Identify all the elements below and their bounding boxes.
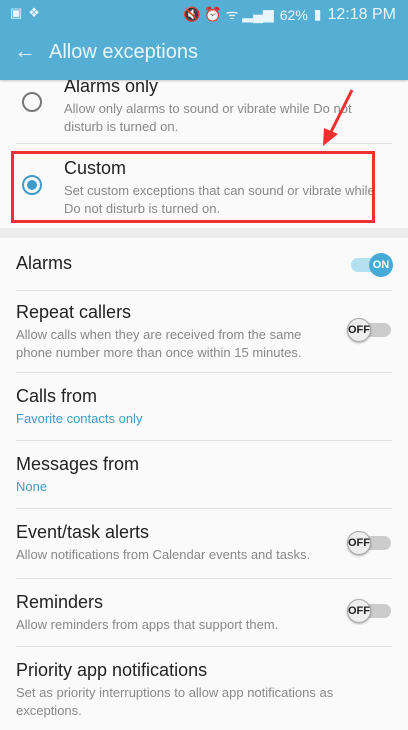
notification-icons: ▣❖	[10, 5, 46, 20]
arrow-annotation-icon	[323, 89, 354, 146]
status-bar: ▣❖ 🔇 ⏰ ᯤ ▂▄▆ 62% ▮ 12:18 PM	[0, 0, 408, 27]
setting-reminders[interactable]: Reminders Allow reminders from apps that …	[0, 580, 408, 646]
clock: 12:18 PM	[327, 5, 396, 23]
highlight-box	[11, 151, 375, 223]
setting-repeat-callers[interactable]: Repeat callers Allow calls when they are …	[0, 292, 408, 372]
setting-alarms[interactable]: Alarms ON	[0, 240, 408, 290]
alarms-toggle[interactable]: ON	[351, 253, 393, 277]
battery-level: 62%	[279, 6, 308, 23]
status-icons: 🔇 ⏰ ᯤ ▂▄▆	[182, 6, 274, 22]
setting-messages-from[interactable]: Messages from None	[0, 442, 408, 508]
toolbar: ← Allow exceptions	[0, 27, 408, 80]
repeat-callers-toggle[interactable]: OFF	[347, 318, 391, 342]
setting-priority-app-notifications[interactable]: Priority app notifications Set as priorit…	[0, 648, 408, 728]
page-title: Allow exceptions	[49, 41, 198, 63]
back-arrow-icon[interactable]: ←	[14, 38, 36, 64]
setting-event-task-alerts[interactable]: Event/task alerts Allow notifications fro…	[0, 510, 408, 578]
battery-icon: ▮	[313, 6, 322, 22]
reminders-toggle[interactable]: OFF	[347, 599, 391, 623]
setting-calls-from[interactable]: Calls from Favorite contacts only	[0, 374, 408, 440]
radio-button[interactable]	[22, 92, 42, 112]
event-alerts-toggle[interactable]: OFF	[347, 531, 391, 555]
